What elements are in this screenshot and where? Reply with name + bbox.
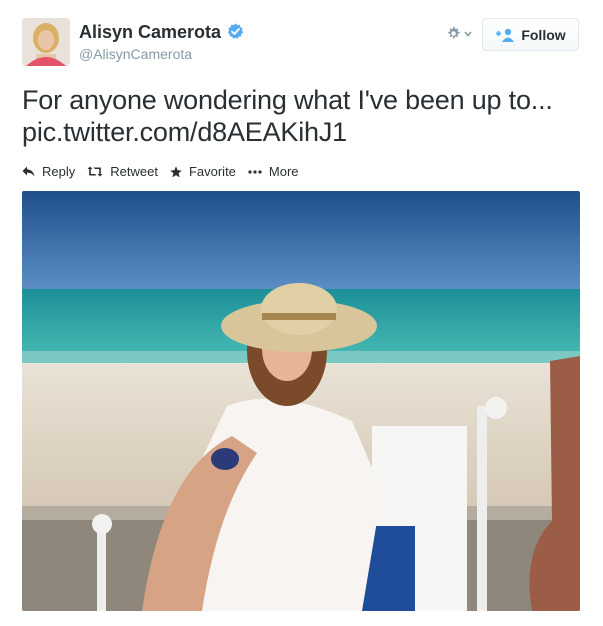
more-label: More	[268, 164, 299, 179]
reply-button[interactable]: Reply	[22, 164, 75, 179]
gear-icon	[448, 26, 460, 39]
beach-photo-illustration	[22, 191, 580, 611]
retweet-button[interactable]: Retweet	[87, 164, 158, 179]
avatar-image	[22, 18, 70, 66]
tweet-actions: Reply Retweet Favorite More	[22, 164, 311, 179]
reply-label: Reply	[42, 164, 76, 179]
author-handle[interactable]: @AlisynCamerota	[79, 46, 192, 62]
reply-icon	[22, 166, 35, 177]
tweet-text: For anyone wondering what I've been up t…	[22, 84, 592, 148]
tweet-link[interactable]: pic.twitter.com/d8AEAKihJ1	[22, 116, 592, 148]
avatar[interactable]	[22, 18, 70, 66]
follow-button[interactable]: Follow	[482, 18, 579, 51]
favorite-button[interactable]: Favorite	[170, 164, 236, 179]
add-user-icon	[496, 28, 515, 42]
more-icon	[248, 169, 262, 174]
settings-dropdown[interactable]	[446, 26, 472, 41]
author-name-text: Alisyn Camerota	[79, 22, 222, 42]
retweet-label: Retweet	[110, 164, 158, 179]
tweet-text-line: For anyone wondering what I've been up t…	[22, 85, 553, 115]
star-icon	[170, 165, 182, 177]
retweet-icon	[87, 166, 103, 177]
favorite-label: Favorite	[188, 164, 236, 179]
more-button[interactable]: More	[248, 164, 299, 179]
verified-badge-icon	[227, 23, 244, 39]
chevron-down-icon	[464, 30, 472, 37]
follow-label: Follow	[521, 26, 566, 43]
author-name[interactable]: Alisyn Camerota	[79, 22, 244, 43]
tweet-photo[interactable]	[22, 191, 580, 611]
